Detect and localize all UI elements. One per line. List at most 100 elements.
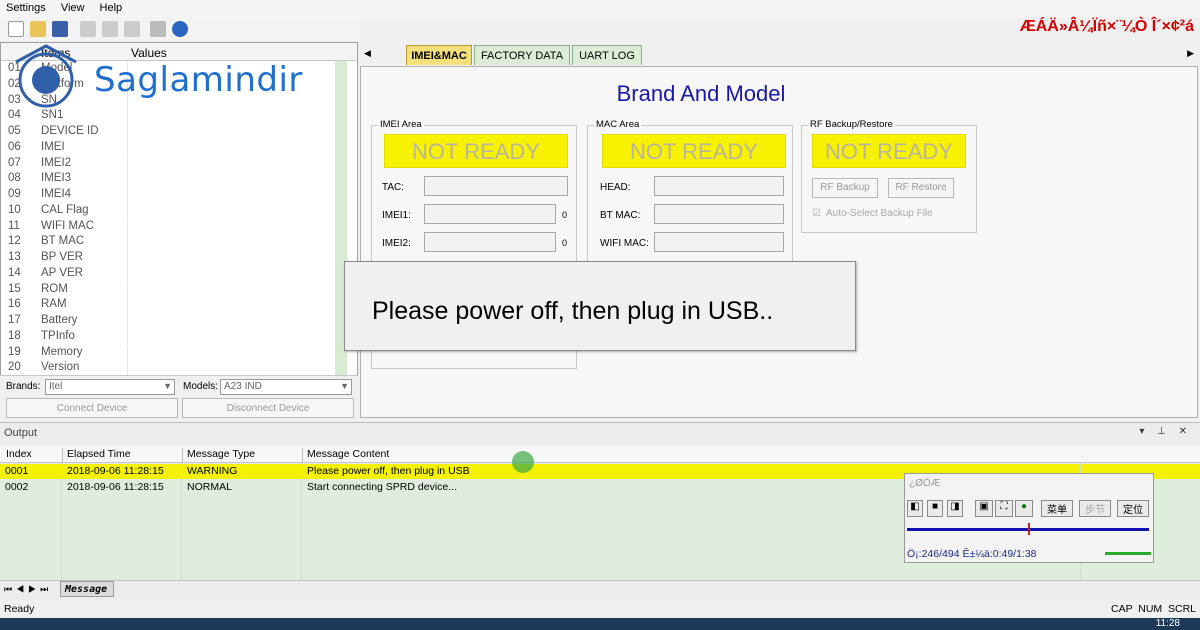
models-select[interactable]: A23 IND ▼ — [220, 379, 352, 395]
player-time-info: Ö¡:246/494 Ê±¼ä:0:49/1:38 — [907, 548, 1037, 560]
cut-icon[interactable] — [80, 21, 96, 37]
status-indicators: CAP NUM SCRL — [1111, 603, 1196, 615]
grid-row-name: IMEI4 — [41, 188, 72, 200]
grid-row-index: 10 — [8, 203, 21, 216]
wifi-mac-label: WIFI MAC: — [600, 238, 649, 249]
grid-row[interactable]: 05 DEVICE ID — [1, 125, 335, 141]
mac-area-label: MAC Area — [594, 119, 642, 130]
bt-mac-field[interactable] — [654, 204, 784, 224]
menu-view[interactable]: View — [55, 0, 91, 14]
connect-device-button[interactable]: Connect Device — [6, 398, 178, 418]
menu-settings[interactable]: Settings — [0, 0, 52, 14]
grid-row[interactable]: 07 IMEI2 — [1, 156, 335, 173]
grid-row-index: 15 — [8, 282, 21, 295]
imei2-field[interactable] — [424, 232, 556, 252]
tab-scroll-left-icon[interactable]: ◀ — [364, 48, 371, 59]
grid-row-value[interactable] — [127, 266, 335, 283]
paste-icon[interactable] — [124, 21, 140, 37]
grid-row[interactable]: 08 IMEI3 — [1, 172, 335, 188]
grid-row-value[interactable] — [127, 188, 335, 204]
menu-help[interactable]: Help — [94, 0, 129, 14]
grid-row[interactable]: 06 IMEI — [1, 140, 335, 157]
volume-slider[interactable] — [1105, 552, 1151, 555]
grid-row[interactable]: 09 IMEI4 — [1, 188, 335, 204]
grid-row-value[interactable] — [127, 345, 335, 362]
grid-row-value[interactable] — [127, 172, 335, 188]
window-icon[interactable]: ▣ — [975, 500, 993, 517]
grid-row[interactable]: 17 Battery — [1, 314, 335, 330]
grid-row-value[interactable] — [127, 125, 335, 141]
help-icon[interactable] — [172, 21, 188, 37]
grid-row-name: Battery — [41, 314, 78, 326]
models-value: A23 IND — [224, 381, 262, 392]
open-folder-icon[interactable] — [30, 21, 46, 37]
record-icon[interactable]: ● — [1015, 500, 1033, 517]
grid-row-name: ROM — [41, 282, 68, 295]
grid-row-value[interactable] — [127, 156, 335, 173]
grid-row[interactable]: 12 BT MAC — [1, 235, 335, 251]
stop-icon[interactable]: ■ — [927, 500, 943, 517]
step-button[interactable]: 步节 — [1079, 500, 1111, 517]
grid-row[interactable]: 14 AP VER — [1, 266, 335, 283]
window-title: ÆÁÄ»Â¼Ïñ×¨¼Ò Î´×¢²á — [1019, 18, 1194, 35]
grid-row-value[interactable] — [127, 140, 335, 157]
grid-row[interactable]: 15 ROM — [1, 282, 335, 299]
copy-icon[interactable] — [102, 21, 118, 37]
grid-row-value[interactable] — [127, 235, 335, 251]
windows-taskbar: 11:28 — [0, 618, 1200, 630]
row-time: 2018-09-06 11:28:15 — [67, 465, 164, 477]
grid-row-name: BP VER — [41, 251, 83, 263]
tab-message[interactable]: Message — [60, 581, 114, 597]
imei1-field[interactable] — [424, 204, 556, 224]
disconnect-device-button[interactable]: Disconnect Device — [182, 398, 354, 418]
grid-row[interactable]: 10 CAL Flag — [1, 203, 335, 220]
tab-uart-log[interactable]: UART LOG — [572, 45, 642, 65]
tab-factory-data[interactable]: FACTORY DATA — [474, 45, 570, 65]
auto-select-checkbox[interactable]: ☑ — [812, 208, 821, 219]
status-bar: Ready CAP NUM SCRL — [0, 600, 1200, 618]
grid-row-value[interactable] — [127, 203, 335, 220]
tab-scroll-right-icon[interactable]: ▶ — [1187, 48, 1194, 59]
wifi-mac-field[interactable] — [654, 232, 784, 252]
grid-row-value[interactable] — [127, 329, 335, 346]
print-icon[interactable] — [150, 21, 166, 37]
locate-button[interactable]: 定位 — [1117, 500, 1149, 517]
menu-button[interactable]: 菜单 — [1041, 500, 1073, 517]
save-icon[interactable] — [52, 21, 68, 37]
tab-nav-arrows-icon[interactable]: ⏮◀▶⏭ — [4, 584, 52, 595]
grid-row[interactable]: 18 TPInfo — [1, 329, 335, 346]
grid-row-value[interactable] — [127, 282, 335, 299]
row-index: 0001 — [5, 465, 29, 477]
grid-row-value[interactable] — [127, 314, 335, 330]
prev-icon[interactable]: ◧ — [907, 500, 923, 517]
imei1-count: 0 — [562, 210, 568, 220]
grid-row-index: 09 — [8, 188, 21, 200]
imei2-count: 0 — [562, 238, 568, 248]
brands-select[interactable]: Itel ▼ — [45, 379, 175, 395]
imei1-label: IMEI1: — [382, 210, 411, 221]
grid-row-value[interactable] — [127, 298, 335, 314]
rf-restore-button[interactable]: RF Restore — [888, 178, 954, 198]
head-field[interactable] — [654, 176, 784, 196]
grid-row-value[interactable] — [127, 251, 335, 267]
pane-controls-icon[interactable]: ▾ ⊥ ✕ — [1139, 426, 1192, 437]
next-icon[interactable]: ◨ — [947, 500, 963, 517]
new-file-icon[interactable] — [8, 21, 24, 37]
grid-row[interactable]: 19 Memory — [1, 345, 335, 362]
tac-field[interactable] — [424, 176, 568, 196]
tab-imei-mac[interactable]: IMEI&MAC — [406, 45, 472, 65]
grid-row-index: 11 — [8, 219, 20, 232]
tab-strip: ◀ IMEI&MAC FACTORY DATA UART LOG ▶ — [360, 44, 1198, 66]
grid-row[interactable]: 13 BP VER — [1, 251, 335, 267]
row-time: 2018-09-06 11:28:15 — [67, 481, 164, 493]
status-ready: Ready — [4, 603, 35, 615]
grid-row-index: 18 — [8, 329, 21, 342]
grid-row-value[interactable] — [127, 219, 335, 236]
mouse-cursor-highlight — [512, 451, 534, 473]
fullscreen-icon[interactable]: ⛶ — [995, 500, 1013, 517]
grid-row[interactable]: 16 RAM — [1, 298, 335, 314]
grid-row-name: IMEI2 — [41, 156, 72, 169]
player-progress-marker[interactable] — [1027, 523, 1030, 535]
rf-backup-button[interactable]: RF Backup — [812, 178, 878, 198]
grid-row[interactable]: 11 WIFI MAC — [1, 219, 335, 236]
